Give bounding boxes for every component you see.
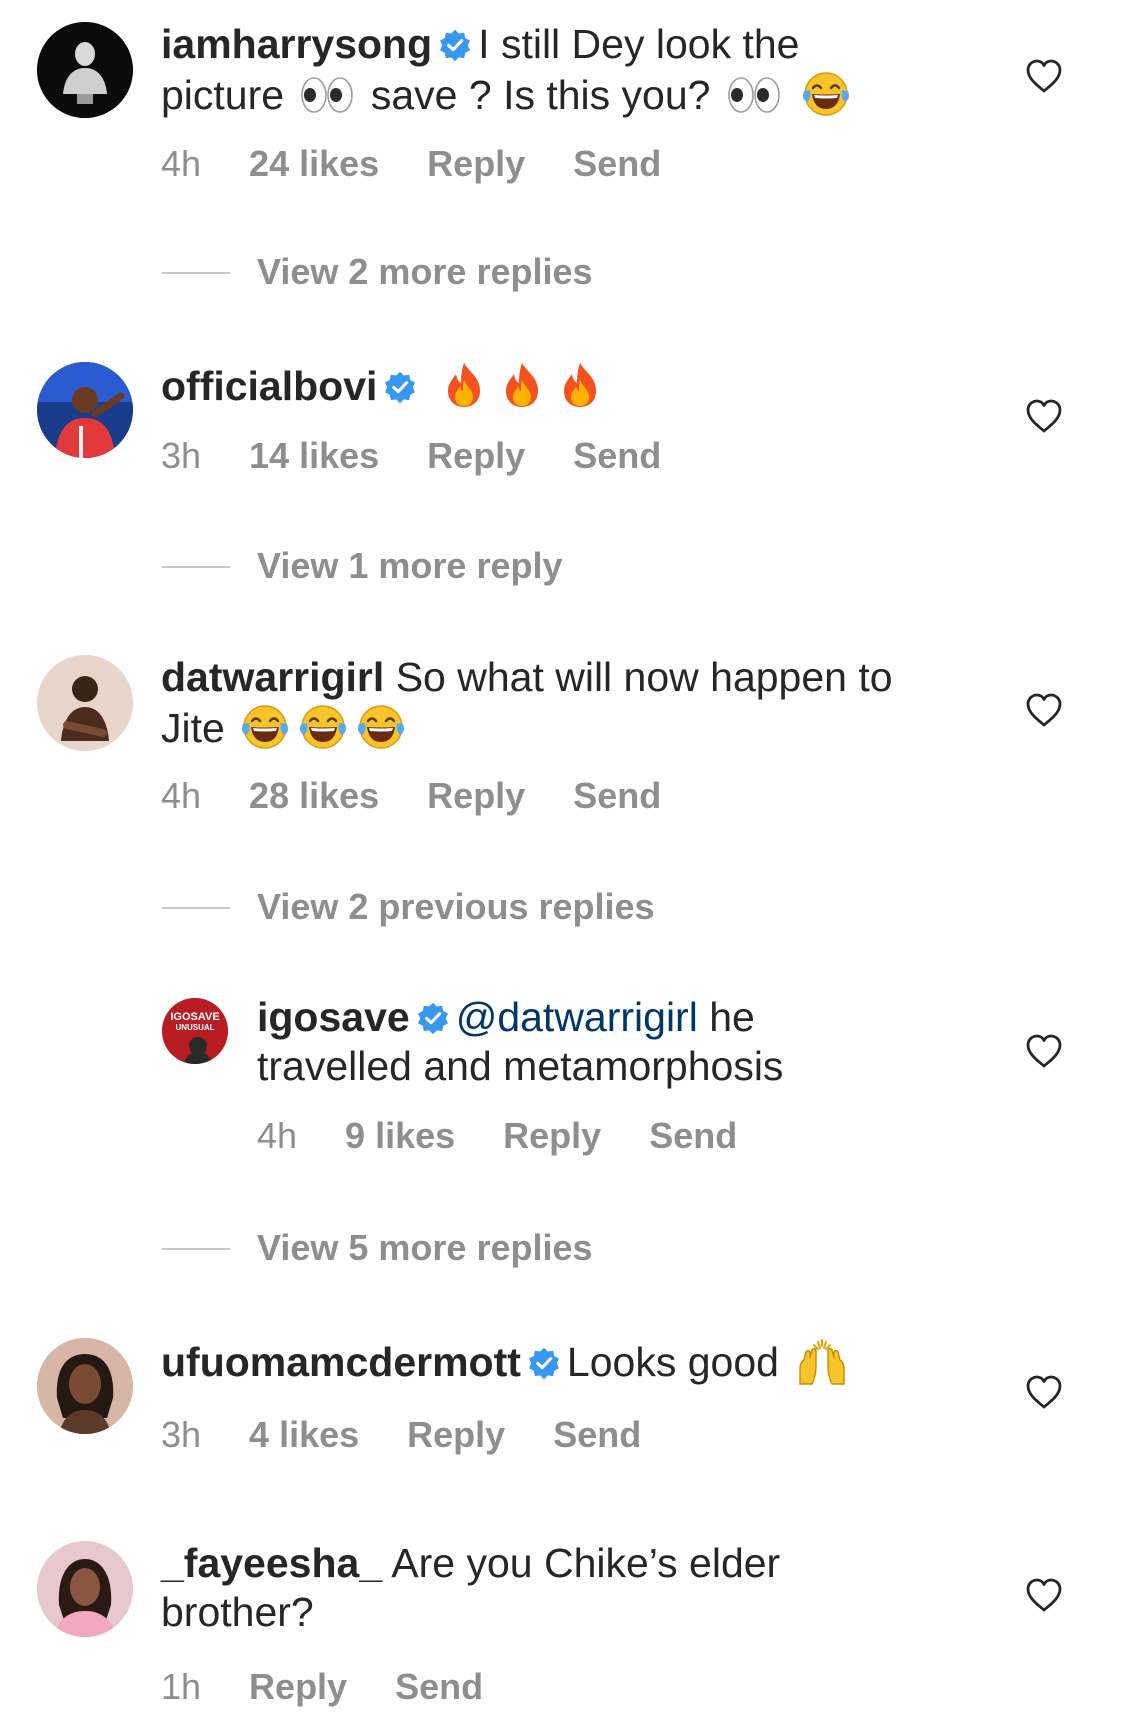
avatar[interactable] — [37, 655, 133, 751]
comment-body: _fayeesha_ Are you Chike’s elder brother… — [161, 1539, 981, 1637]
view-more-replies[interactable]: View 5 more replies — [257, 1228, 593, 1268]
fire-emoji-icon — [439, 360, 489, 410]
comments-feed: iamharrysong I still Dey look the picture… — [0, 0, 1125, 1719]
heart-outline-icon[interactable] — [1024, 1031, 1064, 1071]
avatar[interactable]: IGOSAVE UNUSUAL — [162, 998, 228, 1064]
heart-outline-icon[interactable] — [1024, 1575, 1064, 1615]
verified-badge-icon — [438, 28, 472, 62]
comment-body: ufuomamcdermott Looks good — [161, 1336, 981, 1387]
send-button[interactable]: Send — [649, 1115, 737, 1156]
tears-of-joy-emoji-icon — [801, 69, 851, 119]
timestamp: 4h — [161, 143, 202, 184]
view-replies-line — [162, 907, 230, 909]
likes-count[interactable]: 24 likes — [249, 143, 379, 184]
comment-meta: 4h 28 likes Reply Send — [161, 776, 709, 816]
comment-body: datwarrigirl So what will now happen to … — [161, 653, 981, 753]
timestamp: 3h — [161, 435, 202, 476]
comment-text: I still Dey look the — [478, 21, 800, 67]
avatar[interactable] — [37, 22, 133, 118]
view-more-replies[interactable]: View 1 more reply — [257, 546, 563, 586]
comment-meta: 4h 24 likes Reply Send — [161, 144, 709, 184]
verified-badge-icon — [527, 1346, 561, 1380]
verified-badge-icon — [383, 370, 417, 404]
comment-text: brother? — [161, 1589, 314, 1635]
reply-button[interactable]: Reply — [427, 775, 525, 816]
reply-button[interactable]: Reply — [427, 143, 525, 184]
eyes-emoji-icon — [726, 75, 782, 115]
heart-outline-icon[interactable] — [1024, 56, 1064, 96]
view-replies-line — [162, 566, 230, 568]
reply-button[interactable]: Reply — [427, 435, 525, 476]
eyes-emoji-icon — [299, 75, 355, 115]
reply-button[interactable]: Reply — [249, 1666, 347, 1707]
timestamp: 4h — [257, 1115, 298, 1156]
comment-body: igosave @datwarrigirl he travelled and me… — [257, 993, 1017, 1091]
comment-text: Are you Chike’s elder — [391, 1540, 781, 1586]
tears-of-joy-emoji-icon — [356, 702, 406, 752]
username[interactable]: datwarrigirl — [161, 654, 384, 700]
username[interactable]: ufuomamcdermott — [161, 1339, 521, 1385]
comment-meta: 1h Reply Send — [161, 1667, 531, 1707]
reply-button[interactable]: Reply — [407, 1414, 505, 1455]
heart-outline-icon[interactable] — [1024, 396, 1064, 436]
timestamp: 3h — [161, 1414, 202, 1455]
likes-count[interactable]: 4 likes — [249, 1414, 359, 1455]
reply-button[interactable]: Reply — [503, 1115, 601, 1156]
comment-text: save ? Is this you? — [370, 72, 711, 118]
comment-meta: 3h 4 likes Reply Send — [161, 1415, 689, 1455]
avatar-logo-text: IGOSAVE — [170, 1011, 219, 1023]
comment-meta: 4h 9 likes Reply Send — [257, 1116, 785, 1156]
comment-meta: 3h 14 likes Reply Send — [161, 436, 709, 476]
send-button[interactable]: Send — [553, 1414, 641, 1455]
send-button[interactable]: Send — [573, 435, 661, 476]
username[interactable]: officialbovi — [161, 363, 377, 409]
view-previous-replies[interactable]: View 2 previous replies — [257, 887, 655, 927]
comment-text: picture — [161, 72, 285, 118]
comment-text: Jite — [161, 705, 225, 751]
comment-text: So what will now happen to — [395, 654, 893, 700]
raising-hands-emoji-icon — [794, 1336, 850, 1386]
likes-count[interactable]: 9 likes — [345, 1115, 455, 1156]
comment-text: travelled and metamorphosis — [257, 1043, 784, 1089]
view-replies-line — [162, 1248, 230, 1250]
comment-body: iamharrysong I still Dey look the picture… — [161, 20, 981, 120]
verified-badge-icon — [416, 1001, 450, 1035]
send-button[interactable]: Send — [573, 775, 661, 816]
comment-body: officialbovi — [161, 360, 981, 411]
view-replies-line — [162, 272, 230, 274]
send-button[interactable]: Send — [573, 143, 661, 184]
fire-emoji-icon — [497, 360, 547, 410]
likes-count[interactable]: 14 likes — [249, 435, 379, 476]
likes-count[interactable]: 28 likes — [249, 775, 379, 816]
avatar[interactable] — [37, 362, 133, 458]
send-button[interactable]: Send — [395, 1666, 483, 1707]
tears-of-joy-emoji-icon — [298, 702, 348, 752]
timestamp: 4h — [161, 775, 202, 816]
heart-outline-icon[interactable] — [1024, 1372, 1064, 1412]
view-more-replies[interactable]: View 2 more replies — [257, 252, 593, 292]
comment-text: he — [709, 994, 755, 1040]
username[interactable]: igosave — [257, 994, 410, 1040]
timestamp: 1h — [161, 1666, 202, 1707]
avatar[interactable] — [37, 1541, 133, 1637]
username[interactable]: iamharrysong — [161, 21, 432, 67]
tears-of-joy-emoji-icon — [240, 702, 290, 752]
comment-text: Looks good — [566, 1339, 779, 1385]
fire-emoji-icon — [555, 360, 605, 410]
username[interactable]: _fayeesha_ — [161, 1540, 382, 1586]
heart-outline-icon[interactable] — [1024, 690, 1064, 730]
avatar-logo-subtext: UNUSUAL — [175, 1023, 214, 1032]
avatar[interactable] — [37, 1338, 133, 1434]
mention-link[interactable]: @datwarrigirl — [456, 994, 698, 1040]
